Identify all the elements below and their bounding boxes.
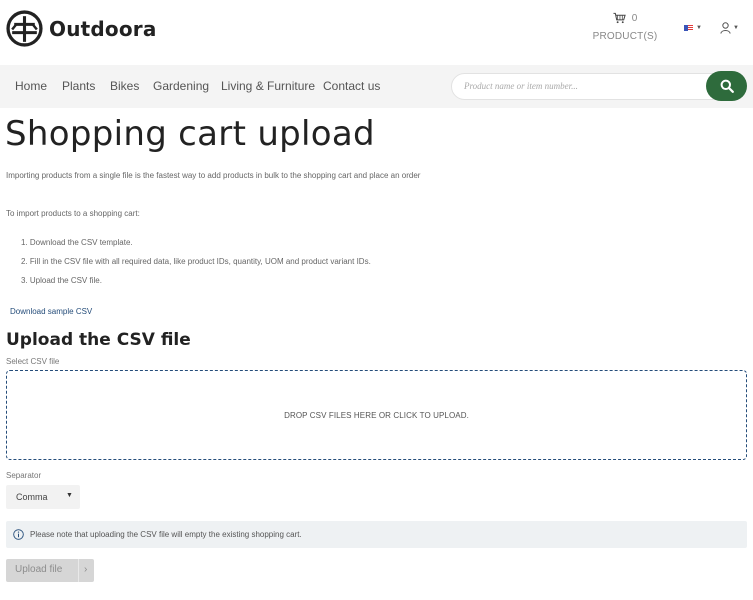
step-item: 3. Upload the CSV file. xyxy=(21,276,102,285)
search-icon xyxy=(720,79,734,93)
download-sample-csv-link[interactable]: Download sample CSV xyxy=(10,307,92,316)
upload-section-title: Upload the CSV file xyxy=(6,330,191,350)
nav-item-bikes[interactable]: Bikes xyxy=(110,79,139,93)
select-csv-label: Select CSV file xyxy=(6,357,60,366)
chevron-right-icon: › xyxy=(84,564,88,575)
language-caret-icon[interactable]: ▼ xyxy=(696,25,702,31)
chevron-down-icon: ▼ xyxy=(66,492,73,499)
cart-label: PRODUCT(S) xyxy=(592,31,658,42)
logo[interactable]: Outdoora xyxy=(6,10,157,47)
page-title: Shopping cart upload xyxy=(5,114,375,154)
step-item: 1. Download the CSV template. xyxy=(21,238,133,247)
logo-mark-icon xyxy=(6,10,43,47)
account-caret-icon[interactable]: ▼ xyxy=(733,25,739,31)
search-input[interactable] xyxy=(464,81,694,91)
steps-intro: To import products to a shopping cart: xyxy=(6,209,140,218)
nav-item-plants[interactable]: Plants xyxy=(62,79,95,93)
step-item: 2. Fill in the CSV file with all require… xyxy=(21,257,371,266)
search-box xyxy=(451,73,746,100)
user-icon[interactable] xyxy=(720,22,731,34)
info-note-text: Please note that uploading the CSV file … xyxy=(30,530,302,539)
upload-file-button[interactable]: Upload file › xyxy=(6,559,94,582)
page-intro: Importing products from a single file is… xyxy=(6,171,421,180)
nav-item-contact-us[interactable]: Contact us xyxy=(323,79,380,93)
nav-item-home[interactable]: Home xyxy=(15,79,47,93)
separator-value: Comma xyxy=(16,492,48,502)
dropzone-text: DROP CSV FILES HERE OR CLICK TO UPLOAD. xyxy=(284,411,469,420)
csv-dropzone[interactable]: DROP CSV FILES HERE OR CLICK TO UPLOAD. xyxy=(6,370,747,460)
upload-file-label: Upload file xyxy=(15,564,63,575)
info-icon xyxy=(13,529,24,540)
info-note: Please note that uploading the CSV file … xyxy=(6,521,747,548)
brand-name: Outdoora xyxy=(49,16,157,41)
cart-icon xyxy=(613,12,626,24)
header: Outdoora 0 PRODUCT(S) ▼ ▼ xyxy=(0,0,753,64)
us-flag-icon[interactable] xyxy=(684,25,693,31)
button-divider xyxy=(78,559,79,582)
search-button[interactable] xyxy=(706,71,747,101)
cart-button[interactable]: 0 PRODUCT(S) xyxy=(592,11,658,43)
separator-label: Separator xyxy=(6,471,42,480)
nav-item-gardening[interactable]: Gardening xyxy=(153,79,209,93)
cart-count: 0 xyxy=(631,12,638,24)
separator-select[interactable]: Comma ▼ xyxy=(6,485,80,509)
nav-item-living-furniture[interactable]: Living & Furniture xyxy=(221,79,315,93)
